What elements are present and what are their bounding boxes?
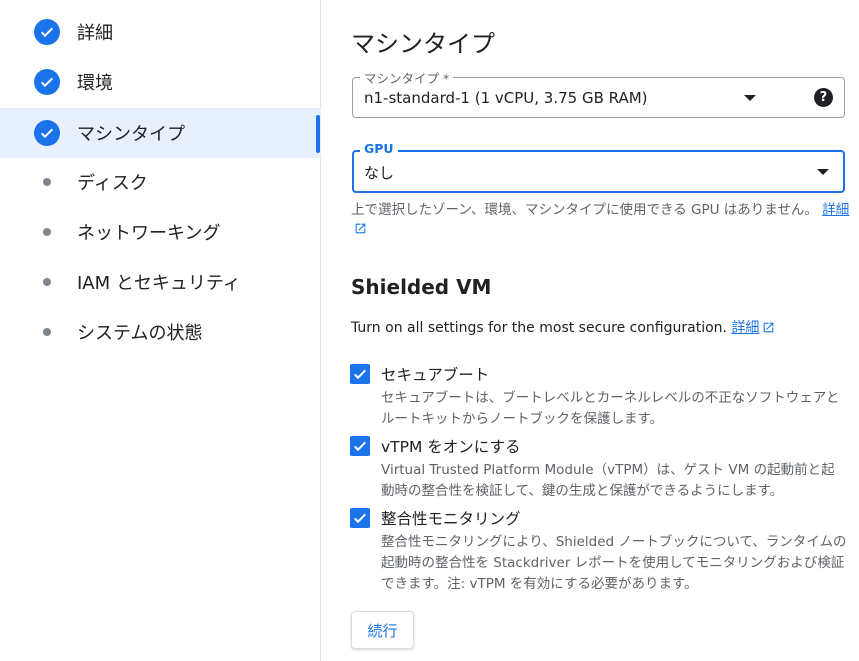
step-machine-type[interactable]: マシンタイプ: [0, 108, 321, 158]
machine-type-select[interactable]: マシンタイプ * n1-standard-1 (1 vCPU, 3.75 GB …: [352, 68, 845, 118]
dot-icon: [34, 219, 60, 245]
step-environment[interactable]: 環境: [0, 58, 321, 106]
dot-icon: [34, 319, 60, 345]
external-link-icon: [764, 322, 774, 333]
vtpm-label[interactable]: vTPM をオンにする: [381, 435, 520, 457]
check-circle-icon: [34, 19, 60, 45]
shielded-vm-description: Turn on all settings for the most secure…: [351, 317, 775, 337]
step-details[interactable]: 詳細: [0, 8, 321, 56]
machine-type-label: マシンタイプ *: [360, 68, 454, 87]
gpu-select[interactable]: GPU なし: [352, 141, 845, 193]
integrity-monitoring-description: 整合性モニタリングにより、Shielded ノートブックについて、ランタイムの起…: [381, 534, 847, 592]
vtpm-description: Virtual Trusted Platform Module（vTPM）は、ゲ…: [381, 462, 835, 499]
check-circle-icon: [34, 120, 60, 146]
check-circle-icon: [34, 69, 60, 95]
step-label: ディスク: [77, 173, 148, 194]
gpu-hint-text: 上で選択したゾーン、環境、マシンタイプに使用できる GPU はありません。: [351, 202, 818, 218]
machine-type-value: n1-standard-1 (1 vCPU, 3.75 GB RAM): [364, 89, 648, 107]
continue-button[interactable]: 続行: [351, 611, 414, 649]
shielded-learn-more-link[interactable]: 詳細: [731, 320, 775, 336]
dot-icon: [34, 169, 60, 195]
gpu-value: なし: [364, 164, 395, 182]
step-system-health[interactable]: システムの状態: [0, 308, 321, 356]
secure-boot-label[interactable]: セキュアブート: [381, 363, 489, 385]
page-title: マシンタイプ: [351, 30, 495, 58]
step-label: IAM とセキュリティ: [77, 273, 241, 294]
step-label: マシンタイプ: [77, 124, 185, 145]
integrity-monitoring-checkbox[interactable]: [350, 508, 370, 528]
gpu-label: GPU: [360, 141, 398, 156]
secure-boot-description: セキュアブートは、ブートレベルとカーネルレベルの不正なソフトウェアとルートキット…: [381, 390, 840, 427]
external-link-icon: [355, 223, 366, 234]
step-iam-security[interactable]: IAM とセキュリティ: [0, 258, 321, 306]
shielded-vm-title: Shielded VM: [351, 275, 492, 299]
vtpm-checkbox[interactable]: [350, 436, 370, 456]
gpu-hint: 上で選択したゾーン、環境、マシンタイプに使用できる GPU はありません。 詳細: [351, 201, 851, 239]
dropdown-arrow-icon[interactable]: [817, 169, 829, 175]
dot-icon: [34, 269, 60, 295]
dropdown-arrow-icon[interactable]: [744, 95, 756, 101]
step-label: 詳細: [77, 23, 113, 44]
step-disk[interactable]: ディスク: [0, 158, 321, 206]
help-icon[interactable]: ?: [814, 88, 833, 107]
integrity-monitoring-label[interactable]: 整合性モニタリング: [381, 507, 521, 529]
machine-type-panel: マシンタイプ マシンタイプ * n1-standard-1 (1 vCPU, 3…: [322, 0, 859, 661]
step-label: システムの状態: [77, 323, 203, 344]
step-networking[interactable]: ネットワーキング: [0, 208, 321, 256]
secure-boot-checkbox[interactable]: [350, 364, 370, 384]
step-label: ネットワーキング: [77, 223, 221, 244]
step-label: 環境: [77, 73, 113, 94]
stepper-sidebar: 詳細 環境 マシンタイプ ディスク ネットワーキング IAM とセキュリティ シ…: [0, 0, 321, 661]
